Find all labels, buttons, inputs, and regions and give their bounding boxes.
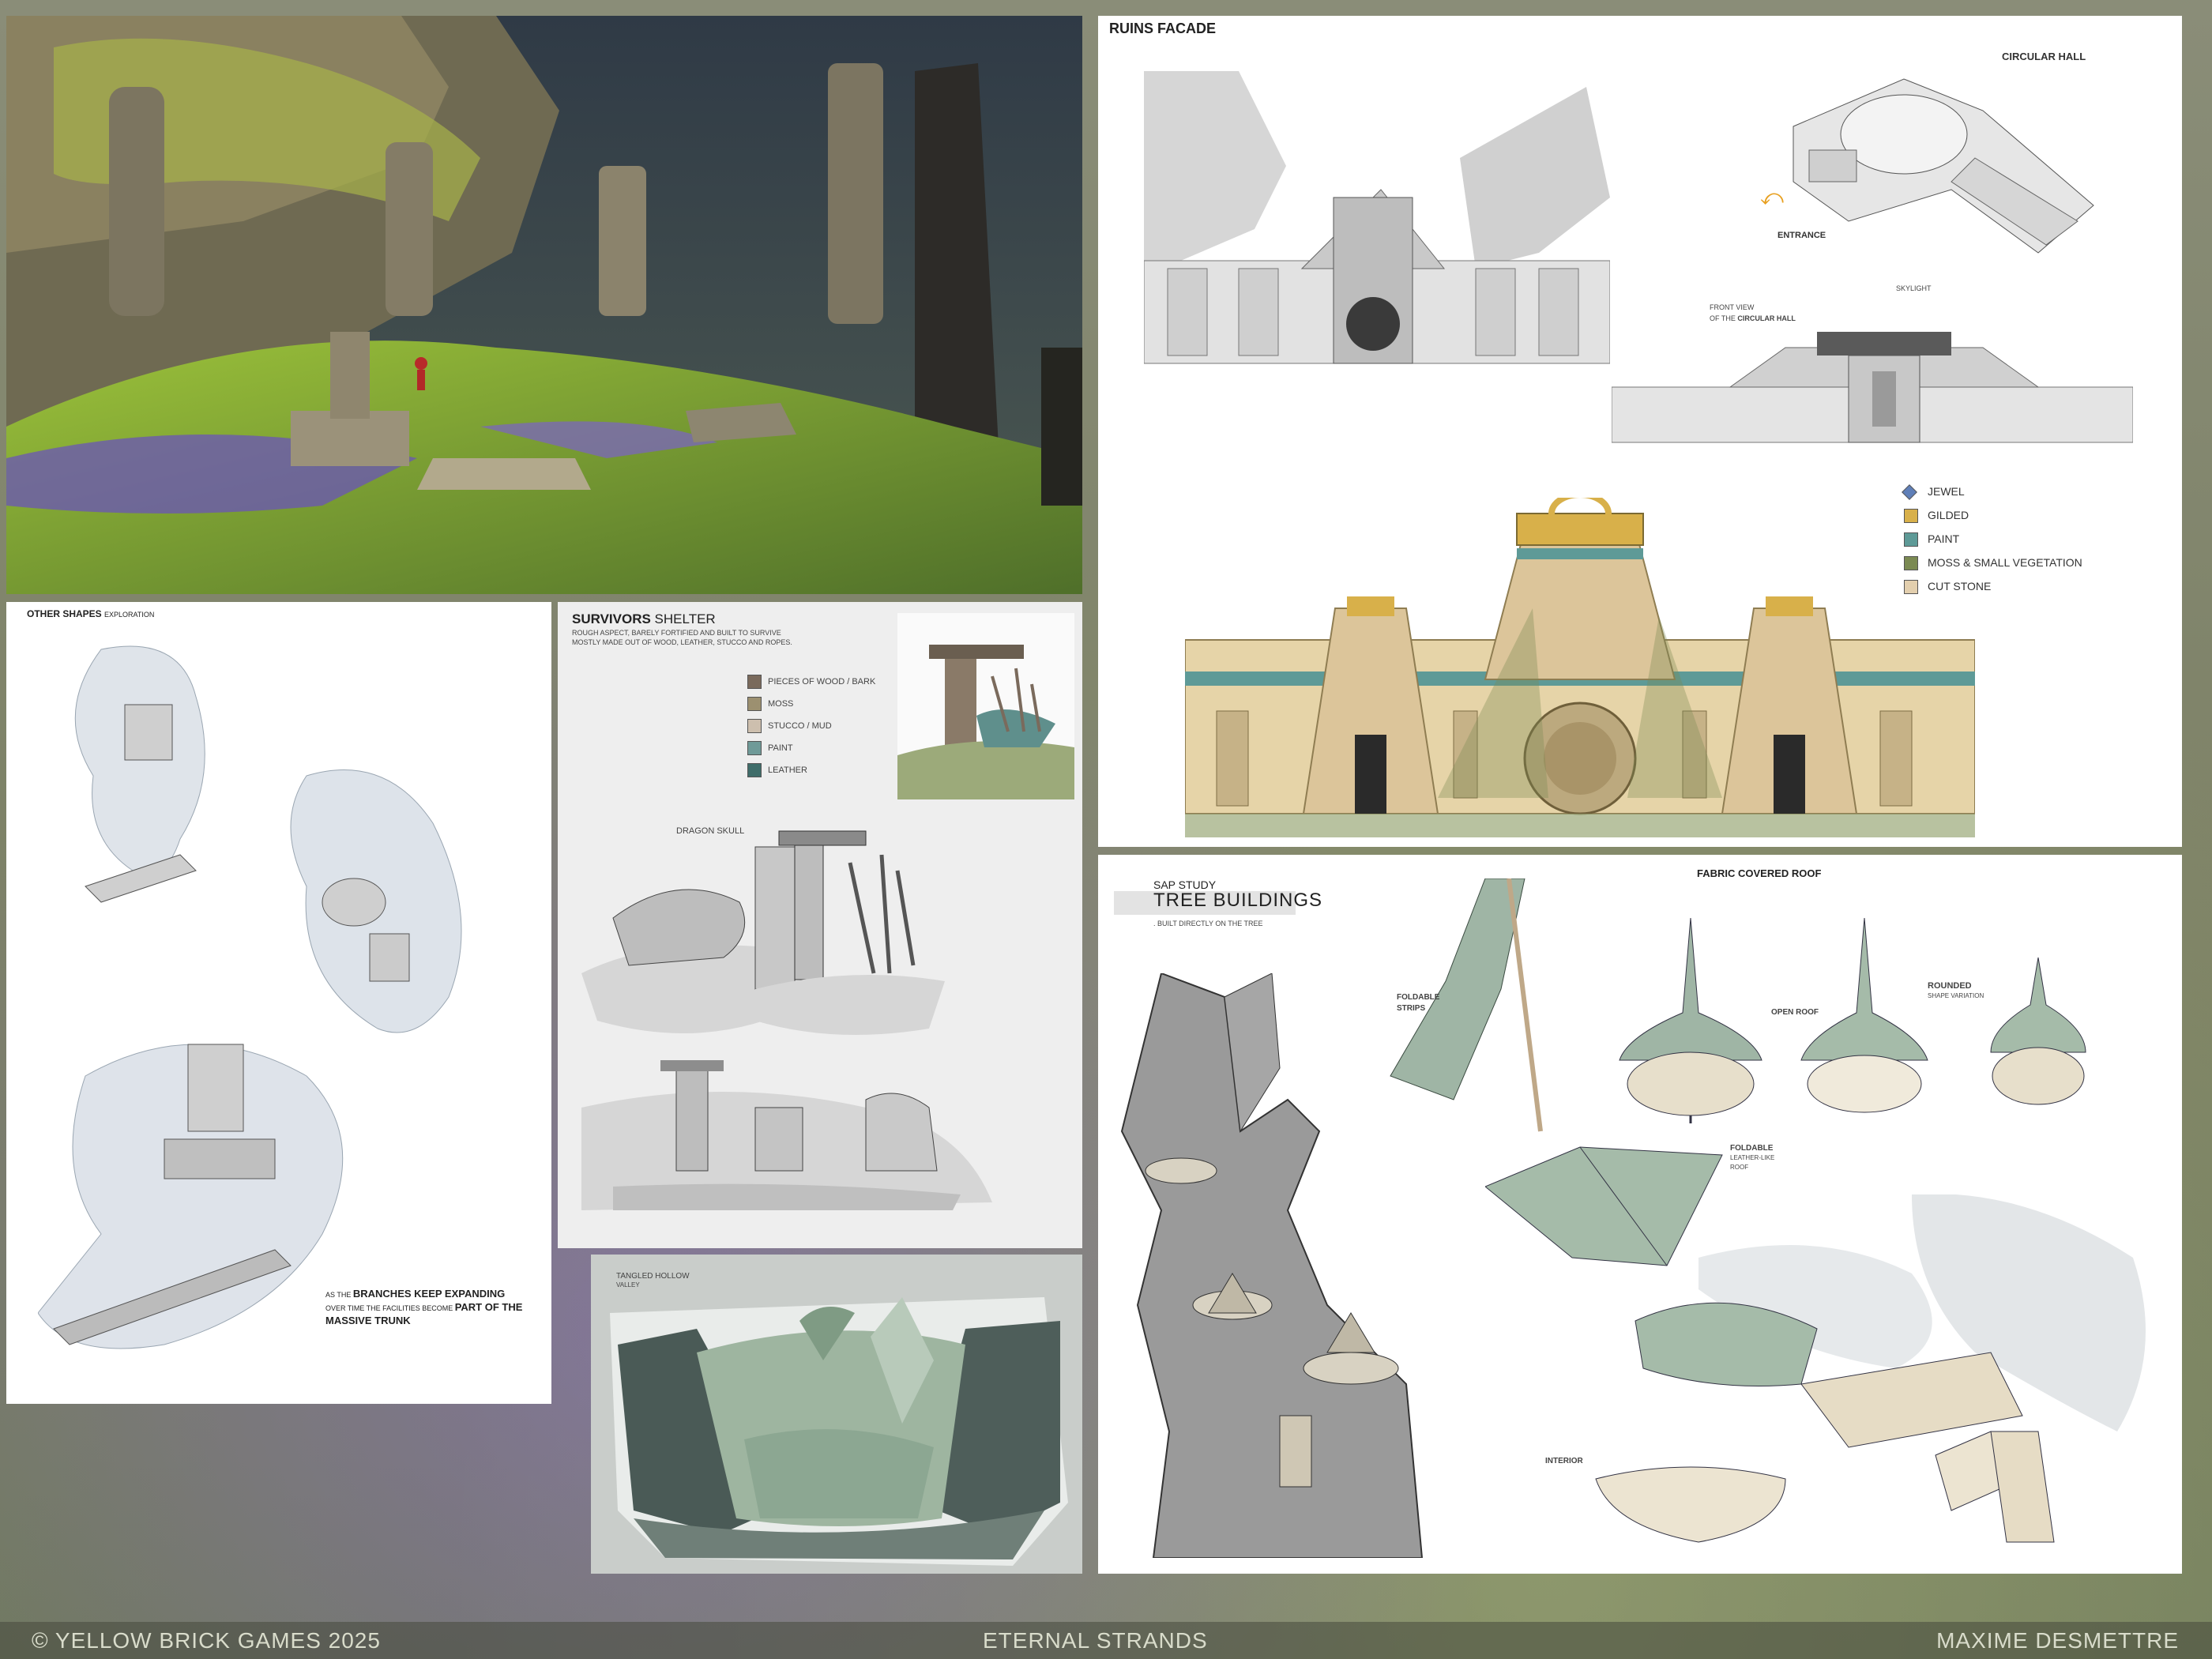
tangled-hollow-panel: TANGLED HOLLOW VALLEY: [591, 1255, 1082, 1574]
footer-bar: © YELLOW BRICK GAMES 2025 ETERNAL STRAND…: [0, 1622, 2212, 1659]
moss-swatch-icon: [1904, 556, 1918, 570]
ruins-facade-title: RUINS FACADE: [1109, 21, 1217, 36]
shelter-sketch-1b: [755, 830, 945, 1035]
cut-stone-swatch-icon: [1904, 580, 1918, 594]
valley-illustration: [610, 1297, 1068, 1566]
shelter-desc-1: ROUGH ASPECT, BARELY FORTIFIED AND BUILT…: [572, 629, 781, 637]
materials-legend: JEWEL GILDED PAINT MOSS & SMALL VEGETATI…: [1902, 484, 2141, 604]
front-view-of-label: OF THE CIRCULAR HALL: [1710, 314, 1796, 322]
open-roof-sketch: [1800, 918, 1928, 1113]
tree-buildings-subtitle: . BUILT DIRECTLY ON THE TREE: [1153, 920, 1263, 927]
ruins-facade-panel: RUINS FACADE CIRCULAR HALL ⤺ ENTRANCE SK…: [1098, 16, 2182, 847]
rounded-roof-sketch: [1990, 957, 2086, 1105]
walkway-sketch: [1595, 1194, 2146, 1543]
gilded-swatch-icon: [1904, 509, 1918, 523]
tree-buildings-title: TREE BUILDINGS: [1153, 890, 1323, 911]
artist-name: MAXIME DESMETTRE: [1936, 1628, 2179, 1653]
ruins-valley-painting: [6, 16, 1082, 594]
other-shapes-title: OTHER SHAPES EXPLORATION: [27, 608, 155, 619]
rounded-label: ROUNDED: [1928, 981, 1972, 991]
skylight-label: SKYLIGHT: [1896, 284, 1932, 292]
stucco-swatch-icon: [747, 719, 762, 733]
leather-swatch-icon: [747, 763, 762, 777]
fabric-roof-label: FABRIC COVERED ROOF: [1697, 867, 1822, 879]
project-name: ETERNAL STRANDS: [983, 1628, 1208, 1653]
circular-hall-front-view: [1612, 332, 2133, 443]
paint-swatch-icon: [1904, 532, 1918, 547]
foldable-strips-label: FOLDABLE STRIPS: [1397, 993, 1440, 1013]
front-view-label: FRONT VIEW: [1710, 303, 1755, 311]
shelter-sketch-2: [581, 1060, 992, 1210]
paint-swatch-icon: [747, 741, 762, 755]
interior-label: INTERIOR: [1545, 1457, 1583, 1465]
shelter-color-thumbnail: [897, 613, 1074, 799]
open-roof-label: OPEN ROOF: [1771, 1008, 1819, 1017]
tree-buildings-panel: SAP STUDY TREE BUILDINGS . BUILT DIRECTL…: [1098, 855, 2182, 1574]
entrance-label: ENTRANCE: [1778, 231, 1826, 240]
shelter-desc-2: MOSTLY MADE OUT OF WOOD, LEATHER, STUCCO…: [572, 638, 792, 646]
facade-sketch: [1144, 71, 1610, 364]
moss-swatch-icon: [747, 697, 762, 711]
entrance-arrow-icon: ⤺: [1760, 185, 1784, 209]
tree-shapes-sketches: [38, 645, 462, 1349]
jewel-swatch-icon: [1902, 484, 1917, 500]
foldable-leather-label: FOLDABLE LEATHER-LIKE ROOF: [1730, 1144, 1775, 1171]
closed-roof-sketch: [1619, 918, 1762, 1123]
survivors-shelter-title: SURVIVORS SHELTER: [572, 611, 716, 626]
circular-hall-label: CIRCULAR HALL: [2002, 51, 2086, 62]
wood-swatch-icon: [747, 675, 762, 689]
survivors-shelter-panel: SURVIVORS SHELTER ROUGH ASPECT, BARELY F…: [558, 602, 1082, 1248]
other-shapes-note: AS THE BRANCHES KEEP EXPANDING OVER TIME…: [325, 1288, 523, 1326]
shape-variation-label: SHAPE VARIATION: [1928, 992, 1984, 999]
circular-hall-plan: [1793, 78, 2094, 254]
copyright-text: © YELLOW BRICK GAMES 2025: [32, 1628, 381, 1653]
other-shapes-panel: OTHER SHAPES EXPLORATION AS THE BRANCHES…: [6, 602, 551, 1404]
colored-facade: [1185, 498, 1975, 837]
